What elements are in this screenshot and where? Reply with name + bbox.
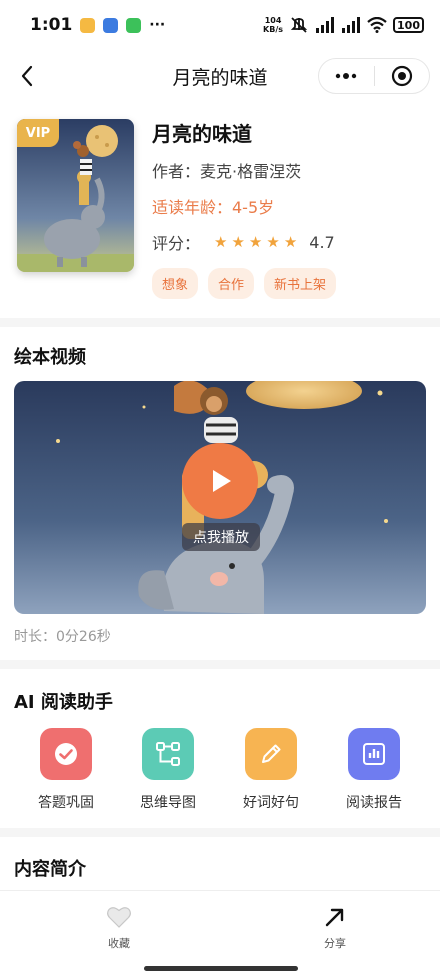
ai-tool-label: 好词好句	[243, 795, 299, 811]
book-header: VIP 月亮的味道 作者：麦克·格雷涅茨 适读年龄：4-5岁 评分： ★★★★★…	[0, 110, 440, 318]
tag-cooperation[interactable]: 合作	[208, 268, 255, 299]
status-bar: 1:01 ··· 104 KB/s 100	[0, 0, 440, 50]
ai-tool-phrases-tile	[245, 728, 297, 780]
sigma-app-icon	[103, 17, 119, 33]
ai-tool-mindmap[interactable]: 思维导图	[118, 728, 218, 812]
ai-tool-quiz-tile	[40, 728, 92, 780]
share-arrow-icon	[325, 908, 344, 927]
ai-tools-grid: 答题巩固 思维导图 好词好句 阅读报告	[0, 728, 440, 811]
ai-tool-mindmap-tile	[142, 728, 194, 780]
more-notifications-icon: ···	[149, 17, 166, 33]
back-button[interactable]	[14, 62, 42, 90]
share-button[interactable]: 分享	[295, 905, 375, 951]
network-speed-value: 104	[264, 16, 282, 25]
more-button[interactable]	[319, 59, 374, 93]
tag-list: 想象 合作 新书上架	[152, 268, 430, 299]
signal-icon	[316, 17, 335, 33]
ai-tool-label: 思维导图	[140, 795, 196, 811]
star-icon: ★	[283, 233, 302, 251]
vip-badge: VIP	[17, 119, 59, 147]
play-button[interactable]	[182, 443, 258, 519]
rating-stars: ★★★★★	[214, 233, 301, 251]
bottom-action-bar: 收藏 分享	[0, 890, 440, 960]
section-divider	[0, 318, 440, 327]
share-label: 分享	[324, 937, 346, 950]
rating-value: 4.7	[309, 232, 335, 252]
section-divider	[0, 828, 440, 837]
book-title: 月亮的味道	[152, 122, 252, 146]
rating-row: 评分： ★★★★★ 4.7	[152, 230, 430, 254]
ai-tool-label: 阅读报告	[346, 795, 402, 811]
signal-2-icon	[342, 17, 361, 33]
miniprogram-capsule	[318, 58, 430, 94]
status-time: 1:01	[30, 15, 73, 35]
mute-icon	[290, 17, 308, 33]
star-icon: ★	[248, 233, 267, 251]
mindmap-icon	[156, 742, 180, 766]
network-speed-unit: KB/s	[263, 25, 284, 34]
ai-tool-report[interactable]: 阅读报告	[324, 728, 424, 812]
star-icon: ★	[231, 233, 249, 251]
video-player[interactable]: 点我播放	[14, 381, 426, 614]
star-icon: ★	[214, 233, 232, 251]
network-speed: 104 KB/s	[263, 16, 283, 34]
rating-label: 评分：	[152, 234, 201, 253]
play-icon	[213, 470, 231, 492]
pencil-icon	[262, 744, 281, 763]
tag-imagination[interactable]: 想象	[152, 268, 199, 299]
favorite-button[interactable]: 收藏	[79, 905, 159, 951]
chevron-left-icon	[21, 65, 33, 87]
check-icon	[55, 743, 77, 765]
ai-tool-phrases[interactable]: 好词好句	[221, 728, 321, 812]
video-section-title: 绘本视频	[14, 347, 86, 368]
video-duration: 时长：0分26秒	[14, 629, 111, 645]
target-icon	[391, 65, 412, 87]
chart-icon	[363, 743, 385, 765]
play-label[interactable]: 点我播放	[182, 523, 260, 551]
message-app-icon	[80, 17, 96, 33]
book-info: 月亮的味道 作者：麦克·格雷涅茨 适读年龄：4-5岁 评分： ★★★★★ 4.7…	[152, 118, 430, 299]
book-cover[interactable]: VIP	[17, 119, 134, 272]
intro-section-title: 内容简介	[14, 859, 86, 880]
favorite-label: 收藏	[108, 937, 130, 950]
nav-bar: 月亮的味道	[0, 50, 440, 102]
book-author: 作者：麦克·格雷涅茨	[152, 162, 302, 181]
heart-icon	[107, 907, 131, 928]
battery-indicator: 100	[393, 17, 424, 33]
ai-tool-report-tile	[348, 728, 400, 780]
ai-section-title: AI 阅读助手	[14, 692, 113, 713]
ai-tool-quiz[interactable]: 答题巩固	[16, 728, 116, 812]
star-icon: ★	[266, 233, 284, 251]
ai-tool-label: 答题巩固	[38, 795, 94, 811]
section-divider	[0, 660, 440, 669]
tag-new-arrival[interactable]: 新书上架	[264, 268, 337, 299]
wechat-app-icon	[126, 17, 142, 33]
page-title: 月亮的味道	[172, 66, 268, 89]
home-indicator	[144, 966, 298, 971]
more-dots-icon	[336, 73, 357, 79]
book-age: 适读年龄：4-5岁	[152, 198, 275, 217]
wifi-icon	[367, 17, 387, 33]
close-miniprogram-button[interactable]	[375, 59, 430, 93]
